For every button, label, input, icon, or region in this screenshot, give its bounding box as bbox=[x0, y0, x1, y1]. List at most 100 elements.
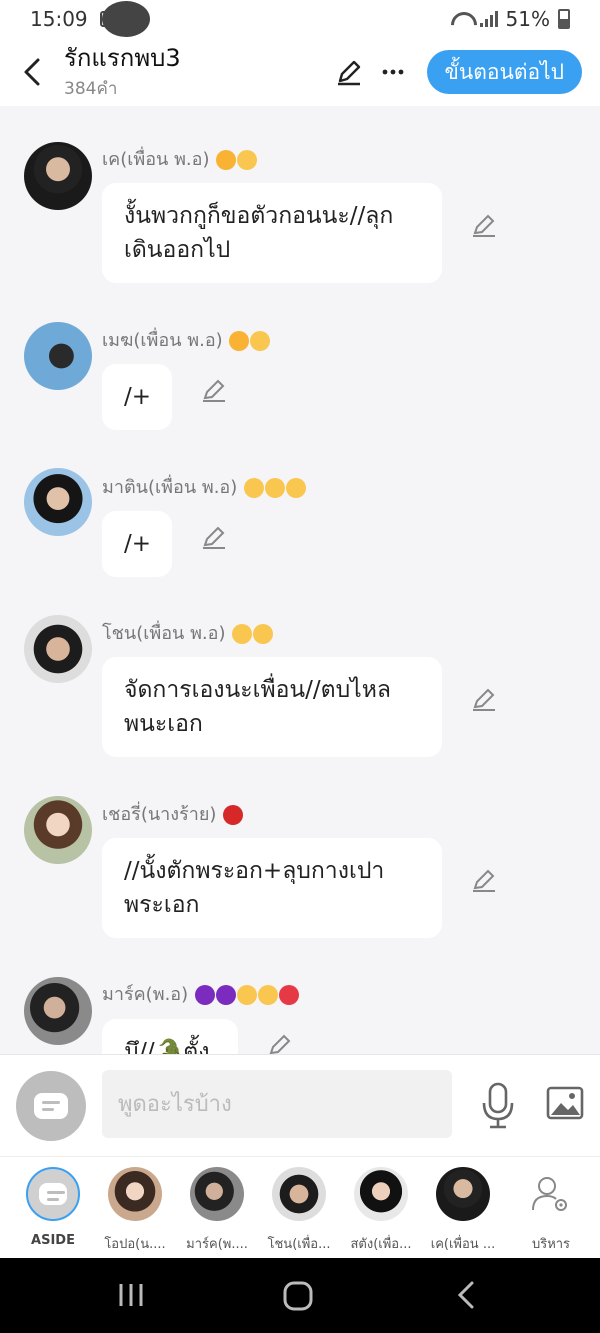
kiss-emoji-icon bbox=[216, 150, 237, 170]
home-icon[interactable] bbox=[282, 1280, 314, 1312]
message-input[interactable] bbox=[102, 1070, 452, 1138]
status-bar: 15:09 51% bbox=[0, 0, 600, 38]
message-bubble[interactable]: มึ//🐊ตั้ง bbox=[102, 1019, 238, 1054]
user-settings-icon bbox=[532, 1177, 567, 1211]
narration-icon bbox=[39, 1183, 67, 1205]
avatar[interactable] bbox=[24, 322, 92, 390]
devil-emoji-icon bbox=[194, 985, 215, 1005]
avatar bbox=[436, 1167, 490, 1221]
signal-icon bbox=[479, 11, 498, 27]
message-line: //นั้งตักพระอก+ลุบกางเปา bbox=[124, 858, 385, 884]
heart-eyes-emoji-icon bbox=[229, 331, 250, 351]
word-count: 384คำ bbox=[64, 78, 118, 99]
character-name: มาติน(เพื่อน พ.อ) bbox=[102, 472, 306, 501]
recent-apps-icon[interactable] bbox=[116, 1280, 146, 1310]
devil-emoji-icon bbox=[215, 985, 236, 1005]
character-satang[interactable]: สตัง(เพื่อ... bbox=[340, 1167, 422, 1254]
avatar[interactable] bbox=[24, 977, 92, 1045]
message-line: /+ bbox=[124, 531, 152, 557]
smiling-hearts-emoji-icon bbox=[236, 985, 257, 1005]
character-opo[interactable]: โอปอ(น.... bbox=[94, 1167, 176, 1254]
character-name-text: เชอรี่(นางร้าย) bbox=[102, 804, 217, 825]
avatar[interactable] bbox=[24, 468, 92, 536]
battery-percent: 51% bbox=[505, 7, 550, 31]
character-name-text: มาติน(เพื่อน พ.อ) bbox=[102, 477, 238, 498]
kiss-emoji-icon bbox=[253, 624, 274, 644]
back-button[interactable] bbox=[0, 38, 64, 106]
edit-message-icon[interactable] bbox=[200, 376, 228, 404]
message-bubble[interactable]: /+ bbox=[102, 511, 172, 577]
compose-bar bbox=[0, 1054, 600, 1156]
wifi-icon bbox=[450, 11, 472, 27]
edit-message-icon[interactable] bbox=[470, 211, 498, 239]
message-bubble[interactable]: //นั้งตักพระอก+ลุบกางเปา พระเอก bbox=[102, 838, 442, 938]
system-nav-bar bbox=[0, 1258, 600, 1333]
avatar bbox=[354, 1167, 408, 1221]
smile-emoji-icon bbox=[265, 478, 285, 498]
character-name: เมฆ(เพื่อน พ.อ) bbox=[102, 325, 271, 354]
character-label: โอปอ(น.... bbox=[104, 1237, 166, 1252]
battery-icon bbox=[558, 9, 570, 29]
edit-message-icon[interactable] bbox=[470, 685, 498, 713]
character-k[interactable]: เค(เพื่อน ... bbox=[422, 1167, 504, 1254]
avatar[interactable] bbox=[24, 796, 92, 864]
message-line: มึ//🐊ตั้ง bbox=[124, 1039, 210, 1054]
edit-title-button[interactable] bbox=[329, 52, 369, 92]
message-bubble[interactable]: จัดการเองนะเพื่อน//ตบไหล พนะเอก bbox=[102, 657, 442, 757]
blush-emoji-icon bbox=[286, 478, 306, 498]
character-name-text: เมฆ(เพื่อน พ.อ) bbox=[102, 330, 223, 351]
edit-message-icon[interactable] bbox=[266, 1031, 294, 1054]
more-options-button[interactable] bbox=[373, 52, 413, 92]
message-bubble[interactable]: /+ bbox=[102, 364, 172, 430]
avatar[interactable] bbox=[24, 142, 92, 210]
wink-emoji-icon bbox=[244, 478, 264, 498]
microphone-icon[interactable] bbox=[480, 1081, 516, 1129]
pencil-icon bbox=[337, 60, 360, 86]
character-label: มาร์ค(พ.... bbox=[186, 1237, 248, 1252]
message-line: /+ bbox=[124, 384, 152, 410]
more-dots-icon bbox=[382, 69, 403, 75]
aside-toggle-button[interactable] bbox=[16, 1071, 86, 1141]
message-line: เดินออกไป bbox=[124, 237, 231, 263]
chat-area: เค(เพื่อน พ.อ) งั้นพวกกูก็ขอตัวกอนนะ//ลุ… bbox=[0, 106, 600, 1054]
character-label: สตัง(เพื่อ... bbox=[350, 1237, 412, 1252]
character-chon[interactable]: โชน(เพื่อ... bbox=[258, 1167, 340, 1254]
character-label: บริหาร bbox=[531, 1237, 571, 1252]
red-heart-icon bbox=[278, 985, 299, 1005]
character-name-text: โชน(เพื่อน พ.อ) bbox=[102, 623, 226, 644]
character-name: มาร์ค(พ.อ) bbox=[102, 979, 299, 1008]
message-bubble[interactable]: งั้นพวกกูก็ขอตัวกอนนะ//ลุก เดินออกไป bbox=[102, 183, 442, 283]
next-step-button[interactable]: ขั้นตอนต่อไป bbox=[426, 50, 582, 94]
edit-message-icon[interactable] bbox=[200, 523, 228, 551]
top-header: รักแรกพบ3 384คำ ขั้นตอนต่อไป bbox=[0, 38, 600, 106]
heart-eyes-emoji-icon bbox=[257, 985, 278, 1005]
chevron-left-icon bbox=[24, 58, 40, 86]
character-aside[interactable]: ASIDE bbox=[12, 1167, 94, 1248]
message-line: งั้นพวกกูก็ขอตัวกอนนะ//ลุก bbox=[124, 203, 394, 229]
back-nav-icon[interactable] bbox=[454, 1280, 478, 1310]
kiss-emoji-icon bbox=[250, 331, 271, 351]
character-name: โชน(เพื่อน พ.อ) bbox=[102, 618, 274, 647]
avatar bbox=[272, 1167, 326, 1221]
message-line: จัดการเองนะเพื่อน//ตบไหล bbox=[124, 677, 392, 703]
character-label: เค(เพื่อน ... bbox=[430, 1237, 496, 1252]
message-line: พนะเอก bbox=[124, 711, 203, 737]
image-icon[interactable] bbox=[546, 1085, 584, 1121]
message-line: พระเอก bbox=[124, 892, 200, 918]
narration-icon bbox=[34, 1093, 68, 1119]
aside-avatar bbox=[26, 1167, 80, 1221]
avatar bbox=[108, 1167, 162, 1221]
character-mark[interactable]: มาร์ค(พ.... bbox=[176, 1167, 258, 1254]
manage-avatar bbox=[524, 1167, 578, 1221]
edit-message-icon[interactable] bbox=[470, 866, 498, 894]
character-name-text: มาร์ค(พ.อ) bbox=[102, 984, 189, 1005]
avatar bbox=[190, 1167, 244, 1221]
blush-emoji-icon bbox=[232, 624, 253, 644]
line-notification-icon bbox=[102, 1, 150, 37]
status-time: 15:09 bbox=[30, 7, 88, 31]
story-title: รักแรกพบ3 bbox=[64, 43, 181, 72]
avatar[interactable] bbox=[24, 615, 92, 683]
character-name-text: เค(เพื่อน พ.อ) bbox=[102, 149, 210, 170]
manage-characters-button[interactable]: บริหาร bbox=[510, 1167, 592, 1254]
character-name: เค(เพื่อน พ.อ) bbox=[102, 144, 258, 173]
